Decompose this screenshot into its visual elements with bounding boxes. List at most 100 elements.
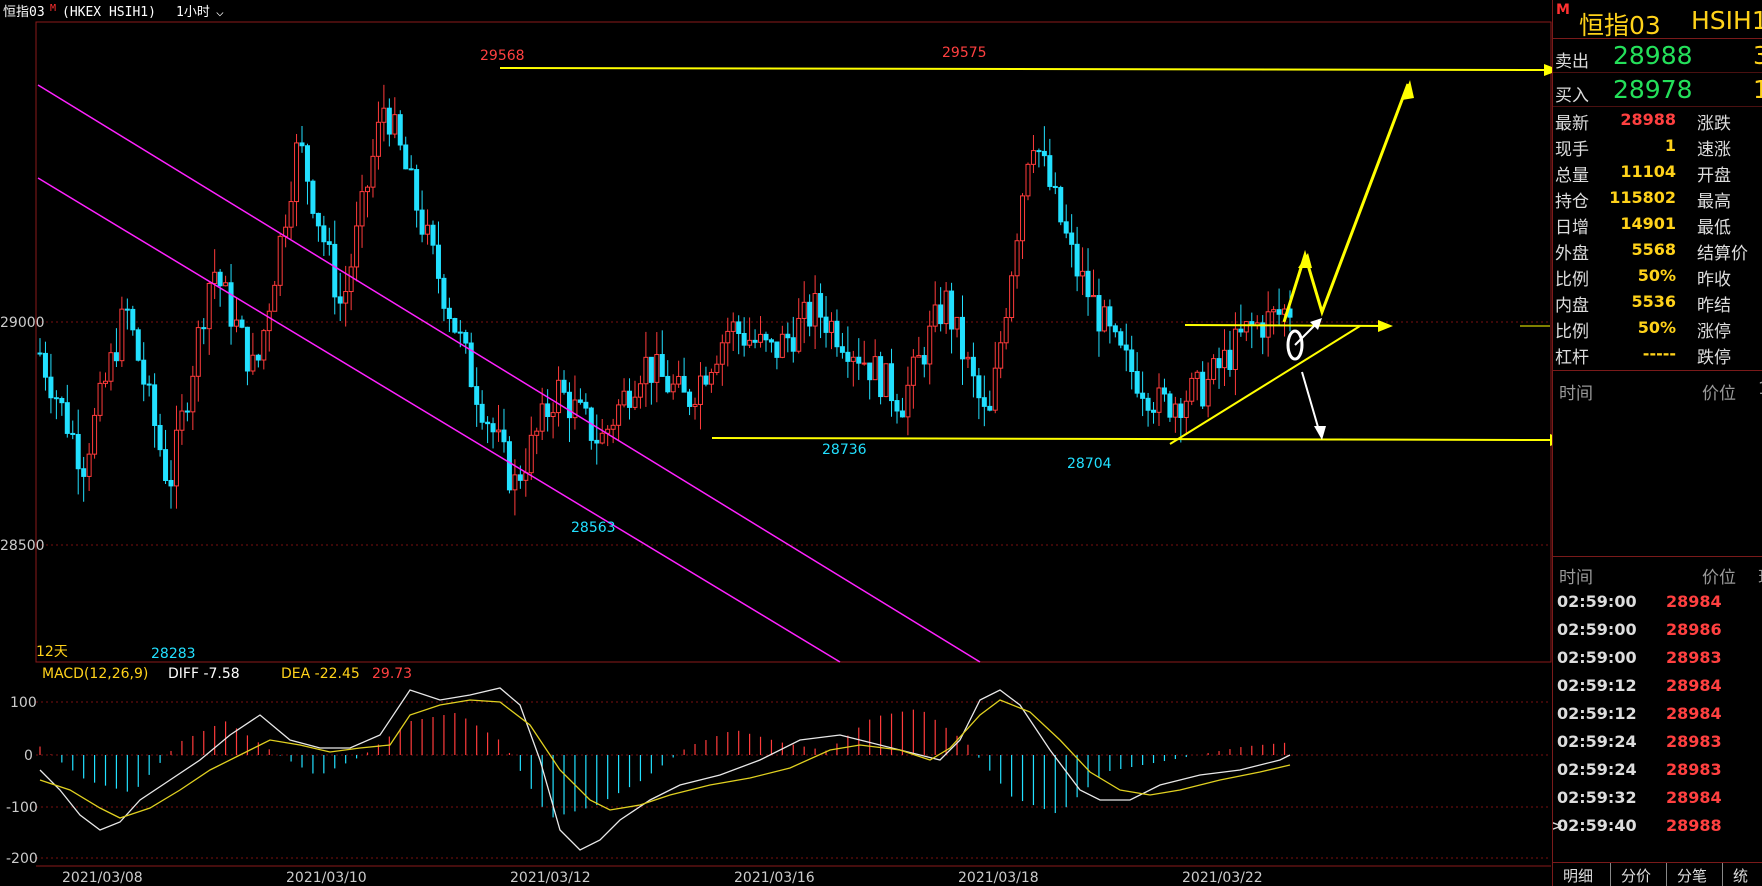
tab-stats[interactable]: 统: [1723, 863, 1762, 886]
instrument-code: HSIH1: [1691, 6, 1762, 35]
price-chart[interactable]: 恒指03 M (HKEX HSIH1) 1小时 ⌵ 29000 28500 10…: [0, 0, 1552, 886]
candle-body: [386, 107, 392, 135]
candle-body: [774, 341, 780, 358]
candle-body: [228, 282, 234, 327]
candle-body: [501, 429, 507, 443]
candle-body: [736, 321, 742, 334]
candle-body: [479, 403, 485, 423]
candle-body: [266, 310, 272, 332]
candle-body: [244, 326, 250, 372]
tick-row: 02:59:12 28984: [1557, 704, 1722, 723]
candle-body: [201, 327, 207, 330]
candle-body: [1211, 358, 1217, 380]
candle-body: [1238, 328, 1244, 333]
stat-row: 最新 28988 涨跌: [1555, 110, 1731, 134]
candle-body: [594, 439, 600, 444]
tab-price-dist[interactable]: 分价: [1611, 863, 1667, 886]
tab-detail[interactable]: 明细: [1553, 863, 1611, 886]
mark-badge: M: [1556, 2, 1570, 18]
candle-body: [490, 423, 496, 433]
candle-body: [130, 308, 136, 331]
svg-text:M: M: [50, 3, 56, 14]
candle-body: [899, 410, 905, 418]
candle-body: [168, 479, 174, 487]
candle-body: [987, 405, 993, 411]
candle-body: [152, 384, 158, 426]
low-label: 28563: [571, 520, 616, 536]
candle-body: [556, 379, 562, 414]
candle-body: [823, 316, 829, 333]
candle-body: [856, 356, 862, 364]
candle-body: [818, 293, 824, 318]
period-select[interactable]: 1小时: [176, 5, 210, 20]
candle-body: [1107, 306, 1113, 327]
candle-body: [146, 383, 152, 386]
tick-row: 02:59:24 28983: [1557, 760, 1722, 779]
support-line: [711, 437, 1551, 441]
candle-body: [697, 375, 703, 405]
candle-body: [332, 243, 338, 298]
candle-body: [81, 468, 87, 477]
candlesticks: [37, 84, 1293, 516]
candle-body: [250, 354, 256, 372]
candle-body: [708, 371, 714, 385]
buy-quote[interactable]: 买入 28978 1: [1553, 73, 1762, 107]
candle-body: [506, 441, 512, 491]
candle-body: [561, 379, 567, 393]
candle-body: [321, 225, 327, 243]
candle-body: [457, 331, 463, 334]
candle-body: [779, 333, 785, 358]
candle-body: [446, 307, 452, 320]
candle-body: [97, 382, 103, 416]
candle-body: [1085, 270, 1091, 298]
candle-body: [545, 403, 551, 418]
candle-body: [430, 224, 436, 246]
high-label: 29568: [480, 48, 525, 64]
candle-body: [425, 224, 431, 235]
candle-body: [719, 342, 725, 365]
candle-body: [463, 332, 469, 344]
candle-body: [741, 332, 747, 346]
candle-body: [135, 329, 141, 361]
candle-body: [37, 352, 43, 355]
candle-body: [528, 434, 534, 474]
candle-body: [272, 284, 278, 312]
candle-body: [905, 384, 911, 418]
candle-body: [239, 319, 245, 328]
candle-body: [910, 356, 916, 386]
candle-body: [310, 180, 316, 214]
macd-axis-label: -100: [6, 800, 38, 816]
candle-body: [1243, 321, 1249, 333]
candle-body: [752, 339, 758, 343]
candle-body: [365, 186, 371, 193]
sell-volume: 3: [1753, 41, 1762, 70]
candle-body: [796, 317, 802, 352]
candle-body: [1118, 331, 1124, 346]
tick-row: 02:59:00 28984: [1557, 592, 1722, 611]
sell-quote[interactable]: 卖出 28988 3: [1553, 39, 1762, 73]
resistance-line: [499, 67, 1551, 71]
candle-body: [959, 316, 965, 360]
chevron-down-icon: ⌵: [216, 5, 224, 20]
candle-body: [938, 304, 944, 325]
stat-row: 持仓 115802 最高: [1555, 188, 1731, 212]
candle-body: [1140, 392, 1146, 399]
instrument-name: 恒指03: [1579, 11, 1661, 40]
tab-trades[interactable]: 分笔: [1667, 863, 1723, 886]
macd-axis-label: 100: [10, 695, 37, 711]
candle-body: [1047, 155, 1053, 187]
candle-body: [1172, 403, 1178, 418]
candle-body: [512, 474, 518, 491]
candle-body: [1074, 243, 1080, 277]
tick-row: 02:59:32 28984: [1557, 788, 1722, 807]
candle-body: [566, 391, 572, 419]
candle-body: [763, 333, 769, 341]
candle-body: [1178, 403, 1184, 418]
trade-section-2: 时间 价位 现 02:59:0028984 02:59:0028986 02:5…: [1553, 556, 1762, 863]
candle-body: [1112, 325, 1118, 333]
candle-body: [687, 391, 693, 407]
candle-body: [70, 432, 76, 435]
candle-body: [1200, 371, 1206, 407]
candle-body: [119, 308, 125, 362]
candle-body: [59, 397, 65, 404]
